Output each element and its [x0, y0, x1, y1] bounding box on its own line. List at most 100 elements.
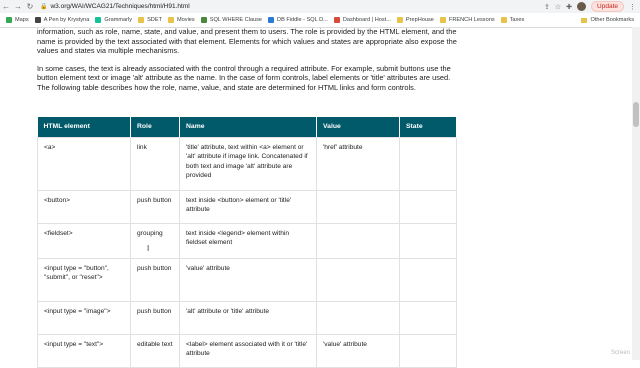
- cell-html-element: <button>: [37, 190, 131, 224]
- bookmark-label: PrepHouse: [405, 17, 434, 23]
- star-icon[interactable]: ☆: [555, 3, 561, 11]
- back-icon[interactable]: ←: [0, 2, 12, 11]
- cell-name: 'value' attribute: [179, 258, 317, 302]
- bookmark-icon: [6, 17, 12, 23]
- bookmark-item[interactable]: Movies: [168, 17, 195, 23]
- bookmark-label: A Pen by Krystyna: [43, 17, 90, 23]
- header-state: State: [399, 117, 457, 138]
- toolbar-icons: ⇪ ☆ ✚ Update ⋮: [544, 1, 640, 12]
- bookmark-icon: [168, 17, 174, 23]
- table-row: <a> link'title' attribute, text within <a…: [37, 137, 457, 191]
- bookmark-item[interactable]: Taxes: [500, 17, 525, 23]
- bookmark-icon: [138, 17, 145, 23]
- bookmark-item[interactable]: FRENCH Lessons: [439, 17, 495, 23]
- bookmark-label: Taxes: [509, 17, 525, 23]
- cell-html-element: <fieldset>: [37, 223, 131, 259]
- bookmark-icon: [333, 17, 340, 23]
- bookmark-label: DB Fiddle - SQL D...: [277, 17, 328, 23]
- bookmark-icon: [439, 17, 446, 23]
- cell-name: 'title' attribute, text within <a> eleme…: [179, 137, 317, 191]
- cell-value: [316, 301, 400, 335]
- bookmark-icon: [396, 17, 403, 23]
- table-row: <button> push button text inside <button> …: [37, 190, 457, 224]
- bookmark-label: FRENCH Lessons: [448, 17, 495, 23]
- table-header-row: HTML element Role Name Value State: [37, 117, 457, 138]
- address-bar[interactable]: 🔒 w3.org/WAI/WCAG21/Techniques/html/H91.…: [40, 1, 540, 12]
- bookmark-label: Grammarly: [104, 17, 133, 23]
- cell-role: editable text: [130, 334, 180, 368]
- menu-icon[interactable]: ⋮: [629, 3, 636, 11]
- bookmark-item[interactable]: Maps: [6, 17, 29, 23]
- cell-html-element: <input type = "image">: [37, 301, 131, 335]
- scrollbar[interactable]: [632, 27, 640, 360]
- cell-html-element: <input type = "button", "submit", or "re…: [37, 258, 131, 302]
- url-text: w3.org/WAI/WCAG21/Techniques/html/H91.ht…: [50, 3, 190, 10]
- cell-role: link: [130, 137, 180, 191]
- cell-value: 'href' attribute: [316, 137, 400, 191]
- bookmark-icon: [200, 17, 207, 23]
- cell-value: 'value' attribute: [316, 334, 400, 368]
- folder-icon: [581, 17, 588, 23]
- table-row: <input type = "image"> push button'alt' a…: [37, 301, 457, 335]
- avatar[interactable]: [577, 2, 587, 11]
- cell-state: [399, 223, 457, 259]
- bookmark-label: SQL WHERE Clause: [209, 17, 263, 23]
- intro-paragraph: information, such as role, name, state, …: [37, 27, 457, 56]
- cell-name: 'alt' attribute or 'title' attribute: [179, 301, 317, 335]
- cell-name: text inside <legend> element within fiel…: [179, 223, 317, 259]
- update-button[interactable]: Update: [591, 1, 624, 12]
- bookmark-label: Maps: [15, 17, 29, 23]
- cell-value: [316, 223, 400, 259]
- cell-state: [399, 301, 457, 335]
- header-role: Role: [130, 117, 180, 138]
- bookmark-item[interactable]: A Pen by Krystyna: [34, 17, 90, 23]
- header-html-element: HTML element: [37, 117, 131, 138]
- header-name: Name: [179, 117, 317, 138]
- cell-role: push button: [130, 258, 180, 302]
- detail-paragraph: In some cases, the text is already assoc…: [37, 63, 451, 92]
- cell-value: [316, 258, 400, 302]
- bookmarks-bar: Maps A Pen by Krystyna Grammarly SDET Movies…: [0, 13, 640, 28]
- cell-role: push button: [130, 190, 180, 224]
- cell-state: [399, 258, 457, 302]
- bookmark-icon: [95, 17, 102, 23]
- bookmark-icon: [268, 17, 275, 23]
- header-value: Value: [316, 117, 400, 138]
- bookmark-item[interactable]: DB Fiddle - SQL D...: [268, 17, 328, 23]
- text-cursor-icon: I: [147, 244, 150, 253]
- role-name-table: HTML element Role Name Value State <a> li…: [37, 117, 457, 368]
- bookmark-icon: [500, 17, 507, 23]
- table-row: <input type = "text"> editable text <label…: [37, 334, 457, 368]
- bookmark-item[interactable]: Grammarly: [95, 17, 132, 23]
- forward-icon[interactable]: →: [12, 2, 24, 11]
- cell-role: grouping: [130, 223, 180, 259]
- main-content: information, such as role, name, state, …: [37, 27, 457, 93]
- bookmark-label: Dashboard | Host...: [342, 17, 391, 23]
- bookmark-label: Movies: [177, 17, 195, 23]
- reload-icon[interactable]: ↻: [24, 2, 36, 11]
- bookmark-icon: [34, 17, 41, 23]
- cell-state: [399, 334, 457, 368]
- other-bookmarks[interactable]: Other Bookmarks: [581, 17, 634, 23]
- cell-role: push button: [130, 301, 180, 335]
- cell-state: [399, 190, 457, 224]
- scrollbar-thumb[interactable]: [633, 102, 639, 127]
- cell-state: [399, 137, 457, 191]
- cell-html-element: <a>: [37, 137, 131, 191]
- bookmark-item[interactable]: PrepHouse: [396, 17, 434, 23]
- bookmark-item[interactable]: SQL WHERE Clause: [200, 17, 263, 23]
- table-row: <fieldset> grouping text inside <legend> e…: [37, 223, 457, 259]
- bookmark-item[interactable]: SDET: [138, 17, 162, 23]
- extension-icon[interactable]: ✚: [566, 3, 572, 11]
- table-row: <input type = "button", "submit", or "re…: [37, 258, 457, 302]
- cell-name: text inside <button> element or 'title' …: [179, 190, 317, 224]
- cell-name: <label> element associated with it or 't…: [179, 334, 317, 368]
- lock-icon: 🔒: [40, 4, 48, 10]
- browser-toolbar: ← → ↻ 🔒 w3.org/WAI/WCAG21/Techniques/htm…: [0, 0, 640, 13]
- bookmark-label: SDET: [147, 17, 162, 23]
- cell-html-element: <input type = "text">: [37, 334, 131, 368]
- share-icon[interactable]: ⇪: [544, 3, 550, 11]
- cell-value: [316, 190, 400, 224]
- watermark: Screen: [610, 350, 630, 356]
- bookmark-item[interactable]: Dashboard | Host...: [333, 17, 391, 23]
